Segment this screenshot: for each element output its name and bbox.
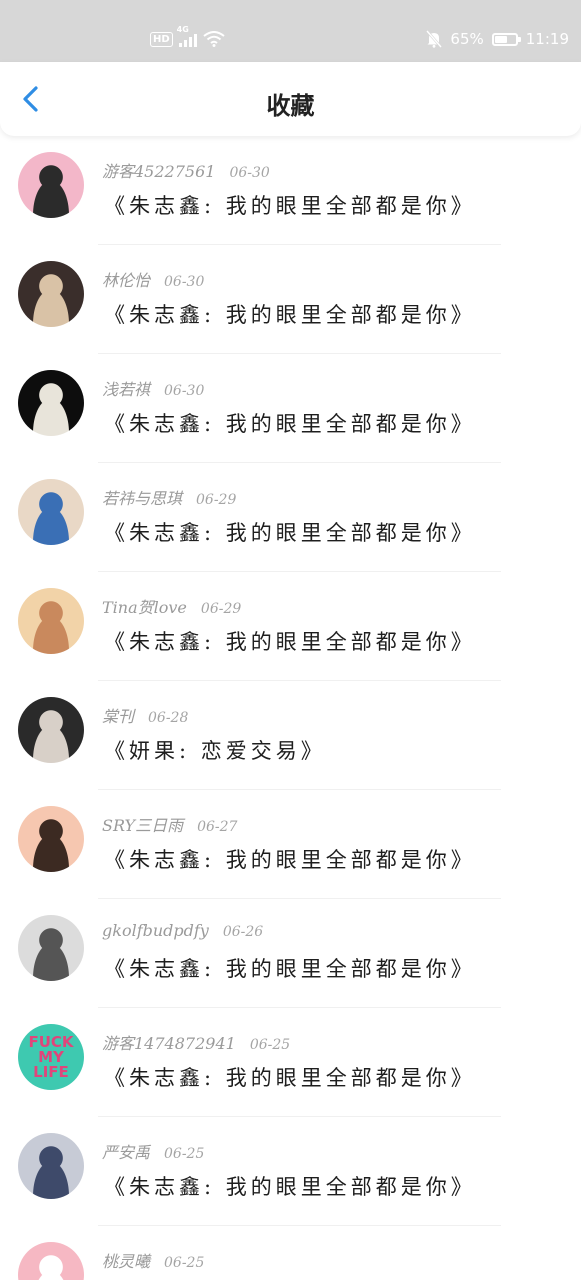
user-name-row: 严安禹 06-25 (102, 1139, 204, 1163)
favorite-title[interactable]: 《妍果: 恋爱交易》 (104, 735, 326, 765)
avatar[interactable] (18, 697, 84, 763)
user-name-row: 浅若祺 06-30 (102, 376, 204, 400)
nav-bar: 收藏 (0, 62, 581, 136)
signal-icon: 4G (177, 25, 197, 47)
favorite-title[interactable]: 《朱志鑫: 我的眼里全部都是你》 (104, 190, 476, 220)
list-item[interactable]: Tina贺love 06-29 《朱志鑫: 我的眼里全部都是你》 (0, 572, 581, 681)
favorite-title[interactable]: 《朱志鑫: 我的眼里全部都是你》 (104, 1062, 476, 1092)
avatar[interactable] (18, 479, 84, 545)
list-item[interactable]: FUCK MY LIFE 游客1474872941 06-25 《朱志鑫: 我的眼里全部都… (0, 1008, 581, 1117)
status-right: 65% 11:19 (426, 28, 569, 50)
user-name-row: 棠刊 06-28 (102, 703, 188, 727)
user-name: Tina贺love (102, 598, 187, 617)
user-name-row: 桃灵曦 06-25 (102, 1248, 204, 1272)
favorite-title[interactable]: 《朱志鑫: 我的眼里全部都是你》 (104, 517, 476, 547)
post-date: 06-25 (164, 1146, 205, 1162)
avatar-text: LIFE (33, 1062, 69, 1081)
avatar[interactable] (18, 588, 84, 654)
user-name: gkolfbudpdfy (102, 921, 209, 940)
page-title: 收藏 (266, 92, 315, 120)
favorite-title[interactable]: 《朱志鑫: 我的眼里全部都是你》 (104, 626, 476, 656)
post-date: 06-25 (164, 1255, 205, 1271)
avatar[interactable]: FUCK MY LIFE (18, 1024, 84, 1090)
list-item[interactable]: 棠刊 06-28 《妍果: 恋爱交易》 (0, 681, 581, 790)
status-bar: HD 4G 65% 11:19 (0, 0, 581, 62)
battery-fill (494, 35, 508, 43)
user-name: 桃灵曦 (102, 1252, 151, 1271)
avatar[interactable] (18, 370, 84, 436)
user-name-row: 若祎与思琪 06-29 (102, 485, 236, 509)
user-name: 浅若祺 (102, 380, 151, 399)
favorite-title[interactable]: 《朱志鑫: 我的眼里全部都是你》 (104, 299, 476, 329)
clock: 11:19 (525, 30, 569, 48)
favorite-title[interactable]: 《朱志鑫: 我的眼里全部都是你》 (104, 1171, 476, 1201)
list-item[interactable]: 桃灵曦06-25《朱志鑫: 我的眼里全部都是你》 (0, 1226, 581, 1280)
favorite-title[interactable]: 《朱志鑫: 我的眼里全部都是你》 (104, 953, 476, 983)
avatar[interactable] (18, 1133, 84, 1199)
avatar[interactable] (18, 261, 84, 327)
user-name: 游客1474872941 (102, 1034, 236, 1053)
post-date: 06-27 (197, 819, 238, 835)
user-name: 严安禹 (102, 1143, 151, 1162)
list-item[interactable]: 林伦怡 06-30 《朱志鑫: 我的眼里全部都是你》 (0, 245, 581, 354)
list-item[interactable]: SRY三日雨 06-27 《朱志鑫: 我的眼里全部都是你》 (0, 790, 581, 899)
user-name-row: gkolfbudpdfy 06-26 (102, 921, 263, 940)
user-name-row: Tina贺love 06-29 (102, 594, 241, 618)
avatar[interactable] (18, 1242, 84, 1280)
user-name-row: 林伦怡 06-30 (102, 267, 204, 291)
post-date: 06-29 (200, 601, 242, 617)
post-date: 06-30 (164, 383, 205, 399)
list-item[interactable]: 浅若祺 06-30 《朱志鑫: 我的眼里全部都是你》 (0, 354, 581, 463)
battery-percent: 65% (450, 30, 484, 48)
avatar[interactable] (18, 806, 84, 872)
user-name: SRY三日雨 (102, 816, 184, 835)
battery-icon (491, 32, 521, 46)
mute-bell-icon (426, 30, 443, 48)
list-item[interactable]: 若祎与思琪 06-29 《朱志鑫: 我的眼里全部都是你》 (0, 463, 581, 572)
hd-icon: HD (150, 31, 173, 47)
avatar[interactable] (18, 915, 84, 981)
post-date: 06-25 (249, 1037, 291, 1053)
list-item[interactable]: 游客45227561 06-30 《朱志鑫: 我的眼里全部都是你》 (0, 136, 581, 245)
post-date: 06-28 (148, 710, 189, 726)
network-type: 4G (176, 25, 189, 34)
user-name-row: 游客45227561 06-30 (102, 158, 270, 182)
favorite-title[interactable]: 《朱志鑫: 我的眼里全部都是你》 (104, 844, 476, 874)
post-date: 06-26 (222, 924, 264, 940)
list-item[interactable]: gkolfbudpdfy 06-26 《朱志鑫: 我的眼里全部都是你》 (0, 899, 581, 1008)
post-date: 06-30 (164, 274, 205, 290)
list-item[interactable]: 严安禹 06-25 《朱志鑫: 我的眼里全部都是你》 (0, 1117, 581, 1226)
post-date: 06-30 (229, 165, 270, 181)
user-name: 林伦怡 (102, 271, 151, 290)
favorites-list[interactable]: 游客45227561 06-30 《朱志鑫: 我的眼里全部都是你》 林伦怡 06-30 《… (0, 136, 581, 1280)
user-name-row: 游客1474872941 06-25 (102, 1030, 290, 1054)
status-left: HD 4G (150, 25, 225, 50)
avatar[interactable] (18, 152, 84, 218)
favorite-title[interactable]: 《朱志鑫: 我的眼里全部都是你》 (104, 408, 476, 438)
user-name: 游客45227561 (102, 162, 216, 181)
post-date: 06-29 (196, 492, 237, 508)
wifi-icon (203, 31, 225, 47)
user-name: 棠刊 (102, 707, 135, 726)
user-name: 若祎与思琪 (102, 489, 183, 508)
user-name-row: SRY三日雨 06-27 (102, 812, 237, 836)
